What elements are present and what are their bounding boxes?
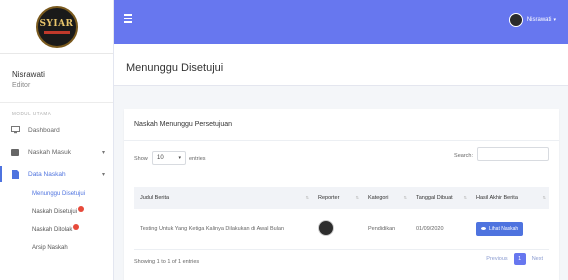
notification-badge [73, 224, 80, 230]
sort-icon: ⇅ [305, 195, 309, 200]
user-block: Nisrawati Editor [0, 54, 113, 103]
lihat-naskah-button[interactable]: Lihat Naskah [476, 221, 524, 236]
sidebar-subitem-menunggu-disetujui[interactable]: Menunggu Disetujui [0, 185, 113, 203]
sidebar-item-data-naskah[interactable]: Data Naskah ▾ [0, 163, 113, 185]
show-label: Show [134, 156, 148, 162]
cell-hasil: Lihat Naskah [470, 209, 549, 249]
chevron-down-icon: ▾ [101, 171, 105, 178]
topbar-user-name: Nisrawati [526, 17, 552, 23]
column-header-kategori[interactable]: Kategori ⇅ [362, 187, 410, 209]
pagination-next[interactable]: Next [526, 256, 549, 262]
inbox-icon [10, 147, 20, 157]
active-indicator [0, 166, 2, 182]
user-dropdown[interactable]: Nisrawati ▾ [508, 13, 556, 27]
sidebar-item-dashboard[interactable]: Dashboard [0, 119, 113, 141]
monitor-icon [10, 125, 20, 135]
file-icon [10, 169, 20, 179]
pagination: Previous 1 Next [480, 253, 549, 265]
column-header-judul[interactable]: Judul Berita ⇅ [134, 187, 312, 209]
table-row: Testing Untuk Yang Ketiga Kalinya Dilaku… [134, 209, 549, 249]
pagination-page[interactable]: 1 [513, 253, 526, 265]
table-controls: Show 10 ▾ entries Search: [124, 141, 559, 173]
chevron-down-icon: ▾ [101, 149, 105, 156]
naskah-table: Judul Berita ⇅ Reporter ⇅ Kategori ⇅ Tangga… [134, 187, 549, 250]
column-header-hasil[interactable]: Hasil Akhir Berita ⇅ [470, 187, 549, 209]
sort-icon: ⇅ [542, 195, 546, 200]
page-header: Menunggu Disetujui [114, 44, 568, 86]
sidebar-subitem-arsip-naskah[interactable]: Arsip Naskah [0, 239, 113, 257]
sidebar-subitem-naskah-disetujui[interactable]: Naskah Disetujui [0, 203, 113, 221]
sidebar-subitem-label: Menunggu Disetujui [32, 191, 86, 197]
sidebar-item-label: Data Naskah [28, 170, 66, 178]
avatar [318, 219, 334, 236]
entries-select[interactable]: 10 ▾ [152, 151, 186, 165]
avatar [508, 13, 523, 27]
sidebar-subitem-label: Arsip Naskah [32, 245, 68, 251]
topbar: Nisrawati ▾ [114, 0, 568, 44]
logo-area: SYIAR [0, 0, 113, 54]
chevron-down-icon: ▾ [553, 17, 556, 23]
cell-reporter [312, 209, 362, 249]
search-label: Search: [454, 153, 473, 159]
sort-icon: ⇅ [463, 195, 467, 200]
logo-text: SYIAR [39, 18, 74, 29]
section-label: MODUL UTAMA [12, 111, 52, 116]
table-header-row: Judul Berita ⇅ Reporter ⇅ Kategori ⇅ Tangga… [134, 187, 549, 209]
cell-tanggal: 01/09/2020 [416, 225, 444, 232]
sort-icon: ⇅ [403, 195, 407, 200]
sidebar-subitem-label: Naskah Disetujui [32, 209, 78, 215]
chevron-down-icon: ▾ [178, 155, 181, 161]
search-input[interactable] [477, 147, 549, 161]
sidebar-subitem-label: Naskah Ditolak [32, 227, 73, 233]
cell-kategori: Pendidikan [368, 225, 396, 232]
eye-icon [481, 227, 486, 231]
user-role: Editor [12, 82, 31, 89]
notification-badge [78, 206, 85, 212]
sort-icon: ⇅ [355, 195, 359, 200]
logo-stripe [43, 30, 70, 34]
hamburger-menu-icon[interactable] [124, 14, 132, 25]
page-title: Menunggu Disetujui [126, 62, 224, 74]
column-header-tanggal[interactable]: Tanggal Dibuat ⇅ [410, 187, 470, 209]
sidebar-item-label: Naskah Masuk [28, 148, 71, 156]
cell-judul: Testing Untuk Yang Ketiga Kalinya Dilaku… [140, 225, 285, 232]
table-info: Showing 1 to 1 of 1 entries [134, 259, 200, 265]
card-title: Naskah Menunggu Persetujuan [124, 109, 559, 141]
sidebar-subitem-naskah-ditolak[interactable]: Naskah Ditolak [0, 221, 113, 239]
entries-label: entries [189, 156, 206, 162]
user-name: Nisrawati [12, 70, 45, 79]
sidebar-item-naskah-masuk[interactable]: Naskah Masuk ▾ [0, 141, 113, 163]
naskah-card: Naskah Menunggu Persetujuan Show 10 ▾ en… [124, 109, 559, 280]
syiar-logo[interactable]: SYIAR [35, 5, 78, 48]
column-header-reporter[interactable]: Reporter ⇅ [312, 187, 362, 209]
pagination-previous[interactable]: Previous [480, 256, 513, 262]
sidebar: SYIAR Nisrawati Editor MODUL UTAMA Dashb… [0, 0, 114, 280]
lihat-naskah-label: Lihat Naskah [489, 225, 519, 232]
entries-value: 10 [157, 155, 164, 161]
sidebar-item-label: Dashboard [28, 126, 60, 134]
